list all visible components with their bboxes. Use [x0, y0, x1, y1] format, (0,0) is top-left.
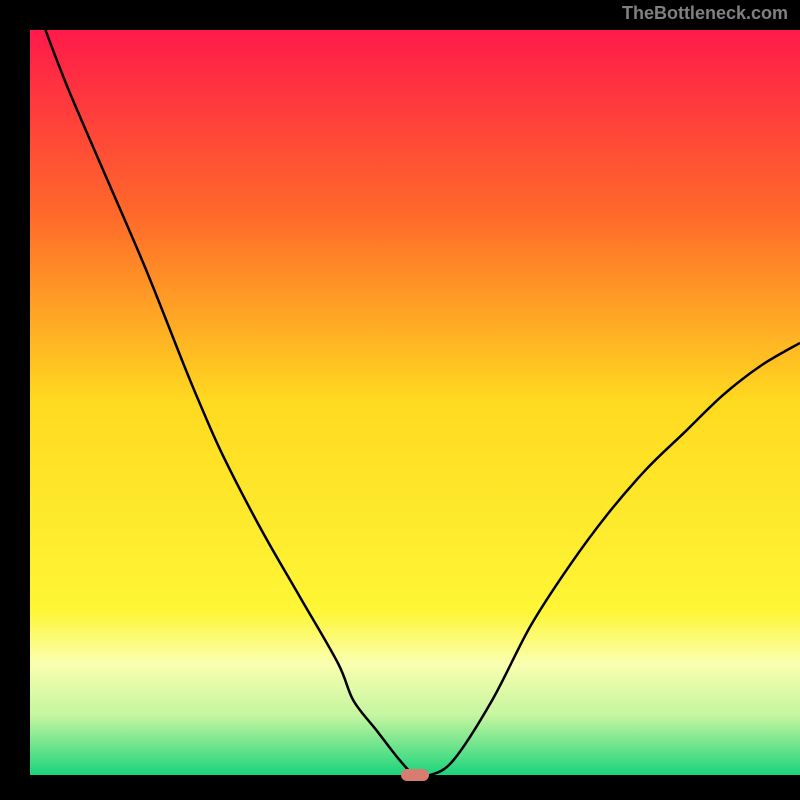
- optimal-marker: [401, 769, 429, 781]
- watermark-label: TheBottleneck.com: [622, 3, 788, 24]
- bottleneck-chart: [0, 0, 800, 800]
- chart-container: TheBottleneck.com: [0, 0, 800, 800]
- plot-background: [30, 30, 800, 775]
